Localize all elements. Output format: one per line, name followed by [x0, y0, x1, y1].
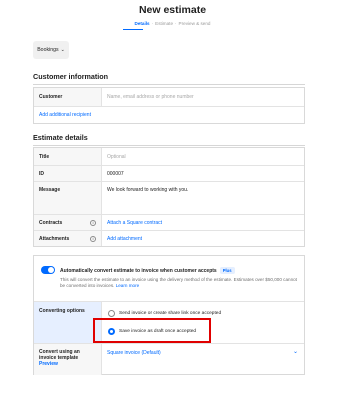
bookings-button[interactable]: Bookings ⌄: [33, 41, 69, 59]
contracts-label: Contracts: [39, 219, 63, 226]
customer-input[interactable]: Name, email address or phone number: [102, 88, 304, 106]
page-title: New estimate: [138, 4, 207, 16]
chevron-down-icon: ⌄: [60, 47, 65, 53]
invoice-template-label: Convert using an invoice template Previe…: [34, 344, 102, 375]
preview-link[interactable]: Preview: [39, 361, 101, 367]
chevron-down-icon: ⌄: [292, 349, 298, 355]
message-label: Message: [34, 182, 102, 214]
attach-contract-link[interactable]: Attach a Square contract: [102, 215, 304, 230]
auto-convert-toggle[interactable]: [41, 266, 55, 274]
customer-table: Customer Name, email address or phone nu…: [33, 87, 305, 124]
invoice-template-select[interactable]: Square invoice (Default) ⌄: [102, 344, 304, 375]
auto-convert-title: Automatically convert estimate to invoic…: [60, 267, 235, 274]
estimate-table: Title Optional ID 000007 Message We look…: [33, 147, 305, 247]
customer-label: Customer: [34, 88, 102, 106]
section-divider: [33, 145, 305, 146]
step-separator: ·: [175, 21, 177, 26]
contracts-row: Contracts i Attach a Square contract: [34, 214, 304, 230]
plus-badge: Plus: [219, 267, 235, 274]
auto-convert-label: Automatically convert estimate to invoic…: [60, 267, 217, 274]
info-icon[interactable]: i: [90, 219, 96, 226]
auto-convert-description: This will convert the estimate to an inv…: [60, 277, 300, 290]
message-input[interactable]: We look forward to working with you.: [102, 182, 304, 214]
title-input[interactable]: Optional: [102, 148, 304, 165]
info-icon[interactable]: i: [90, 235, 96, 242]
add-recipient-row: Add additional recipient: [34, 106, 304, 123]
add-recipient-link[interactable]: Add additional recipient: [34, 107, 91, 123]
send-invoice-radio[interactable]: [108, 310, 115, 317]
step-details[interactable]: Details: [135, 21, 150, 26]
step-separator: ·: [151, 21, 154, 26]
learn-more-link[interactable]: Learn more: [116, 283, 140, 288]
conversion-panel: Automatically convert estimate to invoic…: [33, 255, 305, 375]
customer-row: Customer Name, email address or phone nu…: [34, 88, 304, 106]
title-label: Title: [34, 148, 102, 165]
invoice-template-row: Convert using an invoice template Previe…: [34, 343, 304, 375]
bookings-label: Bookings: [37, 47, 59, 53]
id-label: ID: [34, 166, 102, 181]
contracts-label-cell: Contracts i: [34, 215, 102, 230]
step-nav: Details · Estimate · Preview & send: [0, 21, 345, 26]
message-row: Message We look forward to working with …: [34, 181, 304, 214]
estimate-section-title: Estimate details: [33, 133, 88, 142]
customer-section-title: Customer information: [33, 72, 109, 81]
step-estimate[interactable]: Estimate: [155, 21, 173, 26]
attachments-row: Attachments i Add attachment: [34, 230, 304, 246]
title-row: Title Optional: [34, 148, 304, 165]
toggle-knob: [48, 267, 54, 273]
send-invoice-label[interactable]: Send invoice or create share link once a…: [119, 311, 221, 316]
step-preview-send[interactable]: Preview & send: [179, 21, 211, 26]
converting-options-label: Converting options: [34, 302, 102, 343]
add-attachment-link[interactable]: Add attachment: [102, 231, 304, 246]
active-step-indicator: [123, 29, 143, 30]
section-divider: [33, 84, 305, 85]
invoice-template-value: Square invoice (Default): [107, 350, 161, 356]
attachments-label: Attachments: [39, 235, 70, 242]
attachments-label-cell: Attachments i: [34, 231, 102, 246]
highlight-box: [93, 318, 211, 343]
description-text: This will convert the estimate to an inv…: [60, 277, 297, 289]
id-input[interactable]: 000007: [102, 166, 304, 181]
auto-convert-area: Automatically convert estimate to invoic…: [34, 256, 304, 301]
id-row: ID 000007: [34, 165, 304, 181]
